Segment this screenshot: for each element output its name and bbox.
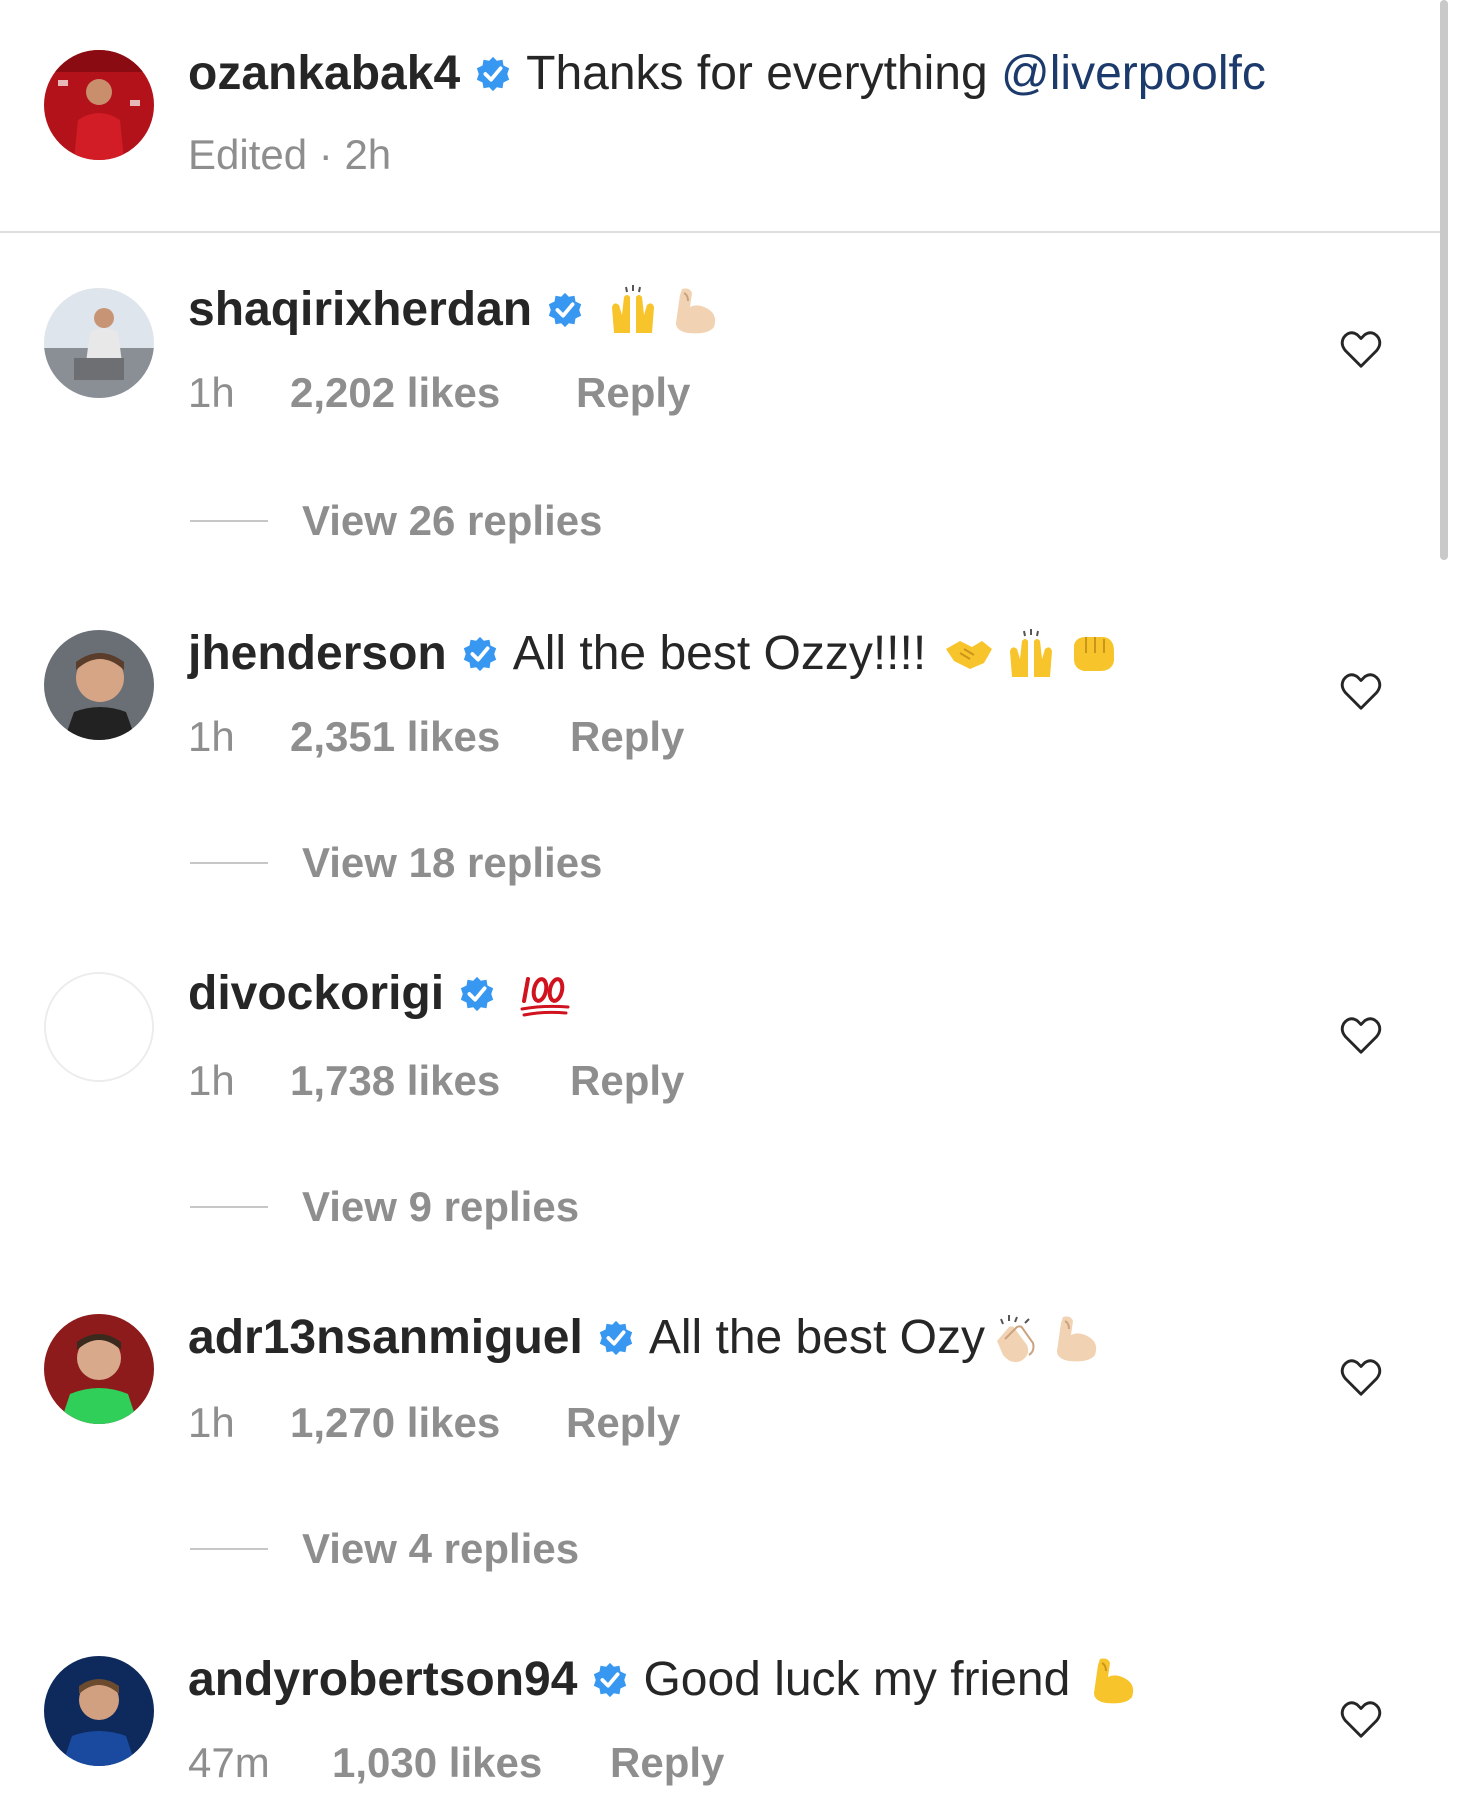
- replies-divider: [190, 1206, 268, 1208]
- verified-badge-icon: [597, 1319, 635, 1357]
- avatar-shaqirixherdan-image: [44, 288, 154, 398]
- clapping-hands-emoji-icon: [987, 1311, 1041, 1365]
- reply-button[interactable]: Reply: [566, 1399, 680, 1446]
- avatar-andyrobertson94-image: [44, 1656, 154, 1766]
- verified-badge-icon: [546, 291, 584, 329]
- avatar-divockorigi-image: [46, 974, 152, 1080]
- caption-time: 2h: [344, 131, 392, 178]
- fist-bump-emoji-icon: [1066, 627, 1120, 681]
- view-replies-button[interactable]: View 4 replies: [302, 1524, 579, 1574]
- verified-badge-icon: [474, 55, 512, 93]
- avatar[interactable]: [44, 1314, 154, 1424]
- flexed-biceps-emoji-icon: [668, 283, 722, 337]
- view-replies-button[interactable]: View 9 replies: [302, 1182, 579, 1232]
- replies-divider: [190, 520, 268, 522]
- like-heart-icon[interactable]: [1338, 1012, 1384, 1058]
- comment-time: 1h: [188, 369, 235, 416]
- like-heart-icon[interactable]: [1338, 1354, 1384, 1400]
- view-replies-button[interactable]: View 18 replies: [302, 838, 602, 888]
- comment-username[interactable]: divockorigi: [188, 966, 444, 1022]
- avatar[interactable]: [44, 630, 154, 740]
- replies-divider: [190, 1548, 268, 1550]
- caption-username[interactable]: ozankabak4: [188, 46, 460, 102]
- divider: [0, 231, 1440, 233]
- avatar-ozankabak4-image: [44, 50, 154, 160]
- avatar-adr13nsanmiguel-image: [44, 1314, 154, 1424]
- post-caption: ozankabak4 Thanks for everything @liverp…: [0, 0, 1430, 232]
- comment-username[interactable]: adr13nsanmiguel: [188, 1310, 583, 1366]
- hundred-points-emoji-icon: [518, 967, 572, 1021]
- like-heart-icon[interactable]: [1338, 668, 1384, 714]
- replies-divider: [190, 862, 268, 864]
- comment-time: 1h: [188, 713, 235, 760]
- comment-time: 1h: [188, 1057, 235, 1104]
- avatar-jhenderson-image: [44, 630, 154, 740]
- caption-text: Thanks for everything: [526, 47, 1002, 100]
- reply-button[interactable]: Reply: [570, 1057, 684, 1104]
- comment-username[interactable]: shaqirixherdan: [188, 282, 532, 338]
- reply-button[interactable]: Reply: [610, 1739, 724, 1786]
- avatar[interactable]: [44, 972, 154, 1082]
- verified-badge-icon: [458, 975, 496, 1013]
- like-heart-icon[interactable]: [1338, 326, 1384, 372]
- handshake-emoji-icon: [942, 627, 996, 681]
- like-heart-icon[interactable]: [1338, 1696, 1384, 1742]
- flexed-biceps-emoji-icon: [1086, 1653, 1140, 1707]
- edited-label: Edited: [188, 131, 308, 178]
- avatar[interactable]: [44, 288, 154, 398]
- comment-time: 1h: [188, 1399, 235, 1446]
- comment-time: 47m: [188, 1739, 270, 1786]
- raising-hands-emoji-icon: [1004, 627, 1058, 681]
- avatar[interactable]: [44, 1656, 154, 1766]
- verified-badge-icon: [461, 635, 499, 673]
- verified-badge-icon: [591, 1661, 629, 1699]
- comment-text: All the best Ozzy!!!!: [512, 627, 927, 680]
- raising-hands-emoji-icon: [606, 283, 660, 337]
- like-count[interactable]: 2,202 likes: [290, 369, 500, 416]
- comment-username[interactable]: jhenderson: [188, 626, 447, 682]
- reply-button[interactable]: Reply: [576, 369, 690, 416]
- like-count[interactable]: 1,738 likes: [290, 1057, 500, 1104]
- avatar[interactable]: [44, 50, 154, 160]
- reply-button[interactable]: Reply: [570, 713, 684, 760]
- like-count[interactable]: 2,351 likes: [290, 713, 500, 760]
- view-replies-button[interactable]: View 26 replies: [302, 496, 602, 546]
- separator-dot: ·: [318, 131, 333, 178]
- comment-text: Good luck my friend: [643, 1653, 1071, 1706]
- like-count[interactable]: 1,270 likes: [290, 1399, 500, 1446]
- caption-mention-link[interactable]: @liverpoolfc: [1001, 46, 1266, 102]
- scrollbar[interactable]: [1440, 0, 1448, 560]
- like-count[interactable]: 1,030 likes: [332, 1739, 542, 1786]
- comment-username[interactable]: andyrobertson94: [188, 1652, 577, 1708]
- comment-text: All the best Ozy: [648, 1311, 985, 1364]
- flexed-biceps-emoji-icon: [1049, 1311, 1103, 1365]
